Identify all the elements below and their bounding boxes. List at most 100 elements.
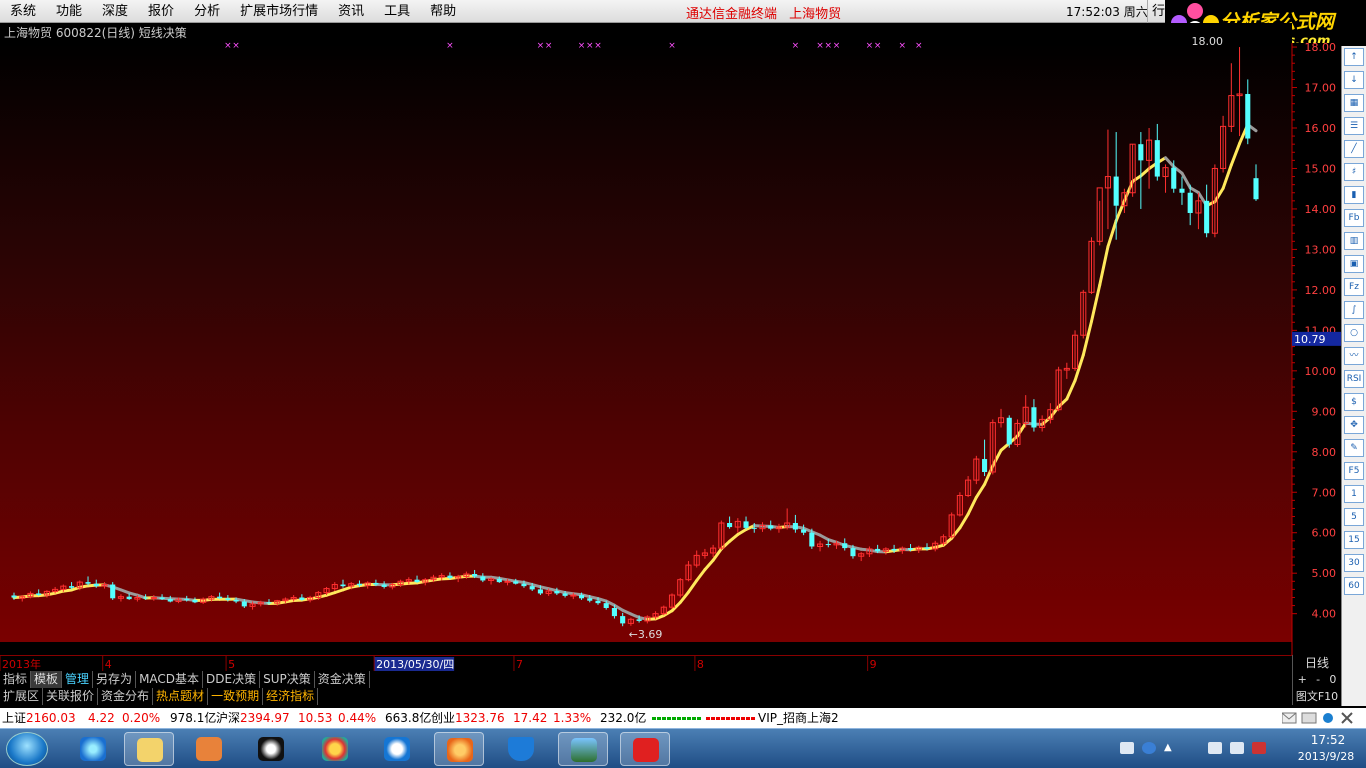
tab-fund[interactable]: 资金决策: [315, 671, 370, 688]
price-tick-label: 14.00: [1305, 203, 1337, 216]
toolbar-button[interactable]: ○: [1344, 324, 1364, 342]
taskbar-ie[interactable]: [68, 732, 118, 766]
taskbar-explorer[interactable]: [124, 732, 174, 766]
tab-fund-distribution[interactable]: 资金分布: [98, 688, 154, 705]
trading-app: 系统 功能 深度 报价 分析 扩展市场行情 资讯 工具 帮助 通达信金融终端 上…: [0, 0, 1366, 768]
f10-button[interactable]: 图文F10: [1292, 688, 1341, 705]
candle-body-down: [11, 595, 17, 598]
candle-body-down: [850, 548, 856, 557]
toolbar-button[interactable]: ∫: [1344, 301, 1364, 319]
taskbar-sogou[interactable]: [372, 732, 422, 766]
toolbar-button[interactable]: ▣: [1344, 255, 1364, 273]
toolbar-button[interactable]: Fz: [1344, 278, 1364, 296]
candle-body-down: [373, 582, 379, 585]
tray-expand-icon[interactable]: ▲: [1164, 742, 1178, 754]
start-button[interactable]: [6, 732, 48, 766]
tab-related-quotes[interactable]: 关联报价: [43, 688, 99, 705]
toolbar-button[interactable]: ✎: [1344, 439, 1364, 457]
candle-body-down: [356, 583, 363, 586]
tab-manage[interactable]: 管理: [62, 671, 94, 688]
date-label: 4: [105, 658, 112, 671]
help-icon[interactable]: [1142, 742, 1156, 754]
candle-body-down: [340, 584, 346, 587]
taskbar-picture[interactable]: [558, 732, 608, 766]
network-icon[interactable]: [1208, 742, 1222, 754]
candle-body-down: [496, 578, 502, 583]
taskbar-qq[interactable]: [246, 732, 296, 766]
right-toolbar: ↑ ↓ ▦ ☰ ╱ ♯ ▮ Fb ▥ ▣ Fz ∫ ○ 〰 RSI $ ✥ ✎ F5 1 5 15 30 60: [1341, 46, 1366, 706]
toolbar-button[interactable]: ╱: [1344, 140, 1364, 158]
candle-body-down: [1245, 93, 1251, 139]
toolbar-button[interactable]: ↓: [1344, 71, 1364, 89]
zoom-out-button[interactable]: -: [1316, 671, 1320, 688]
toolbar-button[interactable]: ☰: [1344, 117, 1364, 135]
toolbar-button[interactable]: ▦: [1344, 94, 1364, 112]
zoom-in-button[interactable]: +: [1298, 671, 1307, 688]
toolbar-button[interactable]: RSI: [1344, 370, 1364, 388]
toolbar-button[interactable]: 15: [1344, 531, 1364, 549]
tray-time[interactable]: 17:52: [1298, 733, 1358, 747]
cy-label: 创业: [431, 711, 456, 725]
breadth-bar: [672, 717, 676, 720]
taskbar-security[interactable]: [496, 732, 546, 766]
candle-body-down: [1113, 176, 1119, 206]
toolbar-button[interactable]: ↑: [1344, 48, 1364, 66]
tab-dde[interactable]: DDE决策: [203, 671, 261, 688]
sh-price: 2160.03: [26, 711, 76, 725]
candle-body-down: [85, 582, 91, 584]
candle-body-down: [1179, 188, 1185, 193]
date-label: 5: [228, 658, 235, 671]
tab-hot-topics[interactable]: 热点题材: [153, 688, 209, 705]
breadth-bar: [726, 717, 730, 720]
candle-body-down: [537, 589, 543, 594]
toolbar-button[interactable]: 〰: [1344, 347, 1364, 365]
toolbar-button[interactable]: $: [1344, 393, 1364, 411]
tab-indicator[interactable]: 指标: [0, 671, 32, 688]
tab-consensus[interactable]: 一致预期: [208, 688, 264, 705]
toolbar-button[interactable]: 5: [1344, 508, 1364, 526]
windows-taskbar: ▲ 17:52 2013/9/28: [0, 728, 1366, 768]
toolbar-button[interactable]: ▮: [1344, 186, 1364, 204]
connect-icon[interactable]: [1323, 713, 1333, 723]
taskbar-media[interactable]: [184, 732, 234, 766]
candle-body-down: [472, 574, 478, 577]
candle-body-down: [1154, 140, 1160, 177]
price-tick-label: 17.00: [1305, 82, 1337, 95]
tab-template[interactable]: 模板: [31, 671, 63, 688]
candle-body-down: [825, 544, 831, 546]
tray-date[interactable]: 2013/9/28: [1286, 750, 1366, 763]
volume-icon[interactable]: [1230, 742, 1244, 754]
tdx-icon: [633, 738, 659, 762]
broker-name[interactable]: VIP_招商上海2: [758, 708, 839, 728]
period-label[interactable]: 日线: [1292, 655, 1341, 672]
toolbar-button[interactable]: F5: [1344, 462, 1364, 480]
candle-body-down: [69, 586, 75, 588]
tab-economic[interactable]: 经济指标: [263, 688, 319, 705]
taskbar-app[interactable]: [434, 732, 484, 766]
tab-macd[interactable]: MACD基本: [136, 671, 204, 688]
close-icon[interactable]: [1341, 712, 1353, 724]
toolbar-button[interactable]: ▥: [1344, 232, 1364, 250]
candle-body-down: [521, 583, 527, 587]
toolbar-button[interactable]: Fb: [1344, 209, 1364, 227]
taskbar-browser[interactable]: [310, 732, 360, 766]
candlestick-chart[interactable]: 4.005.006.007.008.009.0010.0011.0012.001…: [0, 0, 1341, 655]
taskbar-tdx[interactable]: [620, 732, 670, 766]
toolbar-button[interactable]: 30: [1344, 554, 1364, 572]
toolbar-button[interactable]: 1: [1344, 485, 1364, 503]
chart-background: [0, 43, 1292, 642]
tab-extension-area[interactable]: 扩展区: [0, 688, 44, 705]
toolbar-button[interactable]: ♯: [1344, 163, 1364, 181]
flag-icon[interactable]: [1252, 742, 1266, 754]
zoom-reset-button[interactable]: 0: [1329, 671, 1336, 688]
candle-body-down: [143, 597, 149, 599]
candle-body-down: [727, 523, 733, 528]
window-icon[interactable]: [1301, 712, 1317, 724]
toolbar-button[interactable]: ✥: [1344, 416, 1364, 434]
breadth-bar: [731, 717, 735, 720]
toolbar-button[interactable]: 60: [1344, 577, 1364, 595]
extension-tabs: 扩展区 关联报价 资金分布 热点题材 一致预期 经济指标: [0, 688, 1292, 705]
tab-sup[interactable]: SUP决策: [260, 671, 315, 688]
tab-save-as[interactable]: 另存为: [93, 671, 137, 688]
keyboard-icon[interactable]: [1120, 742, 1134, 754]
